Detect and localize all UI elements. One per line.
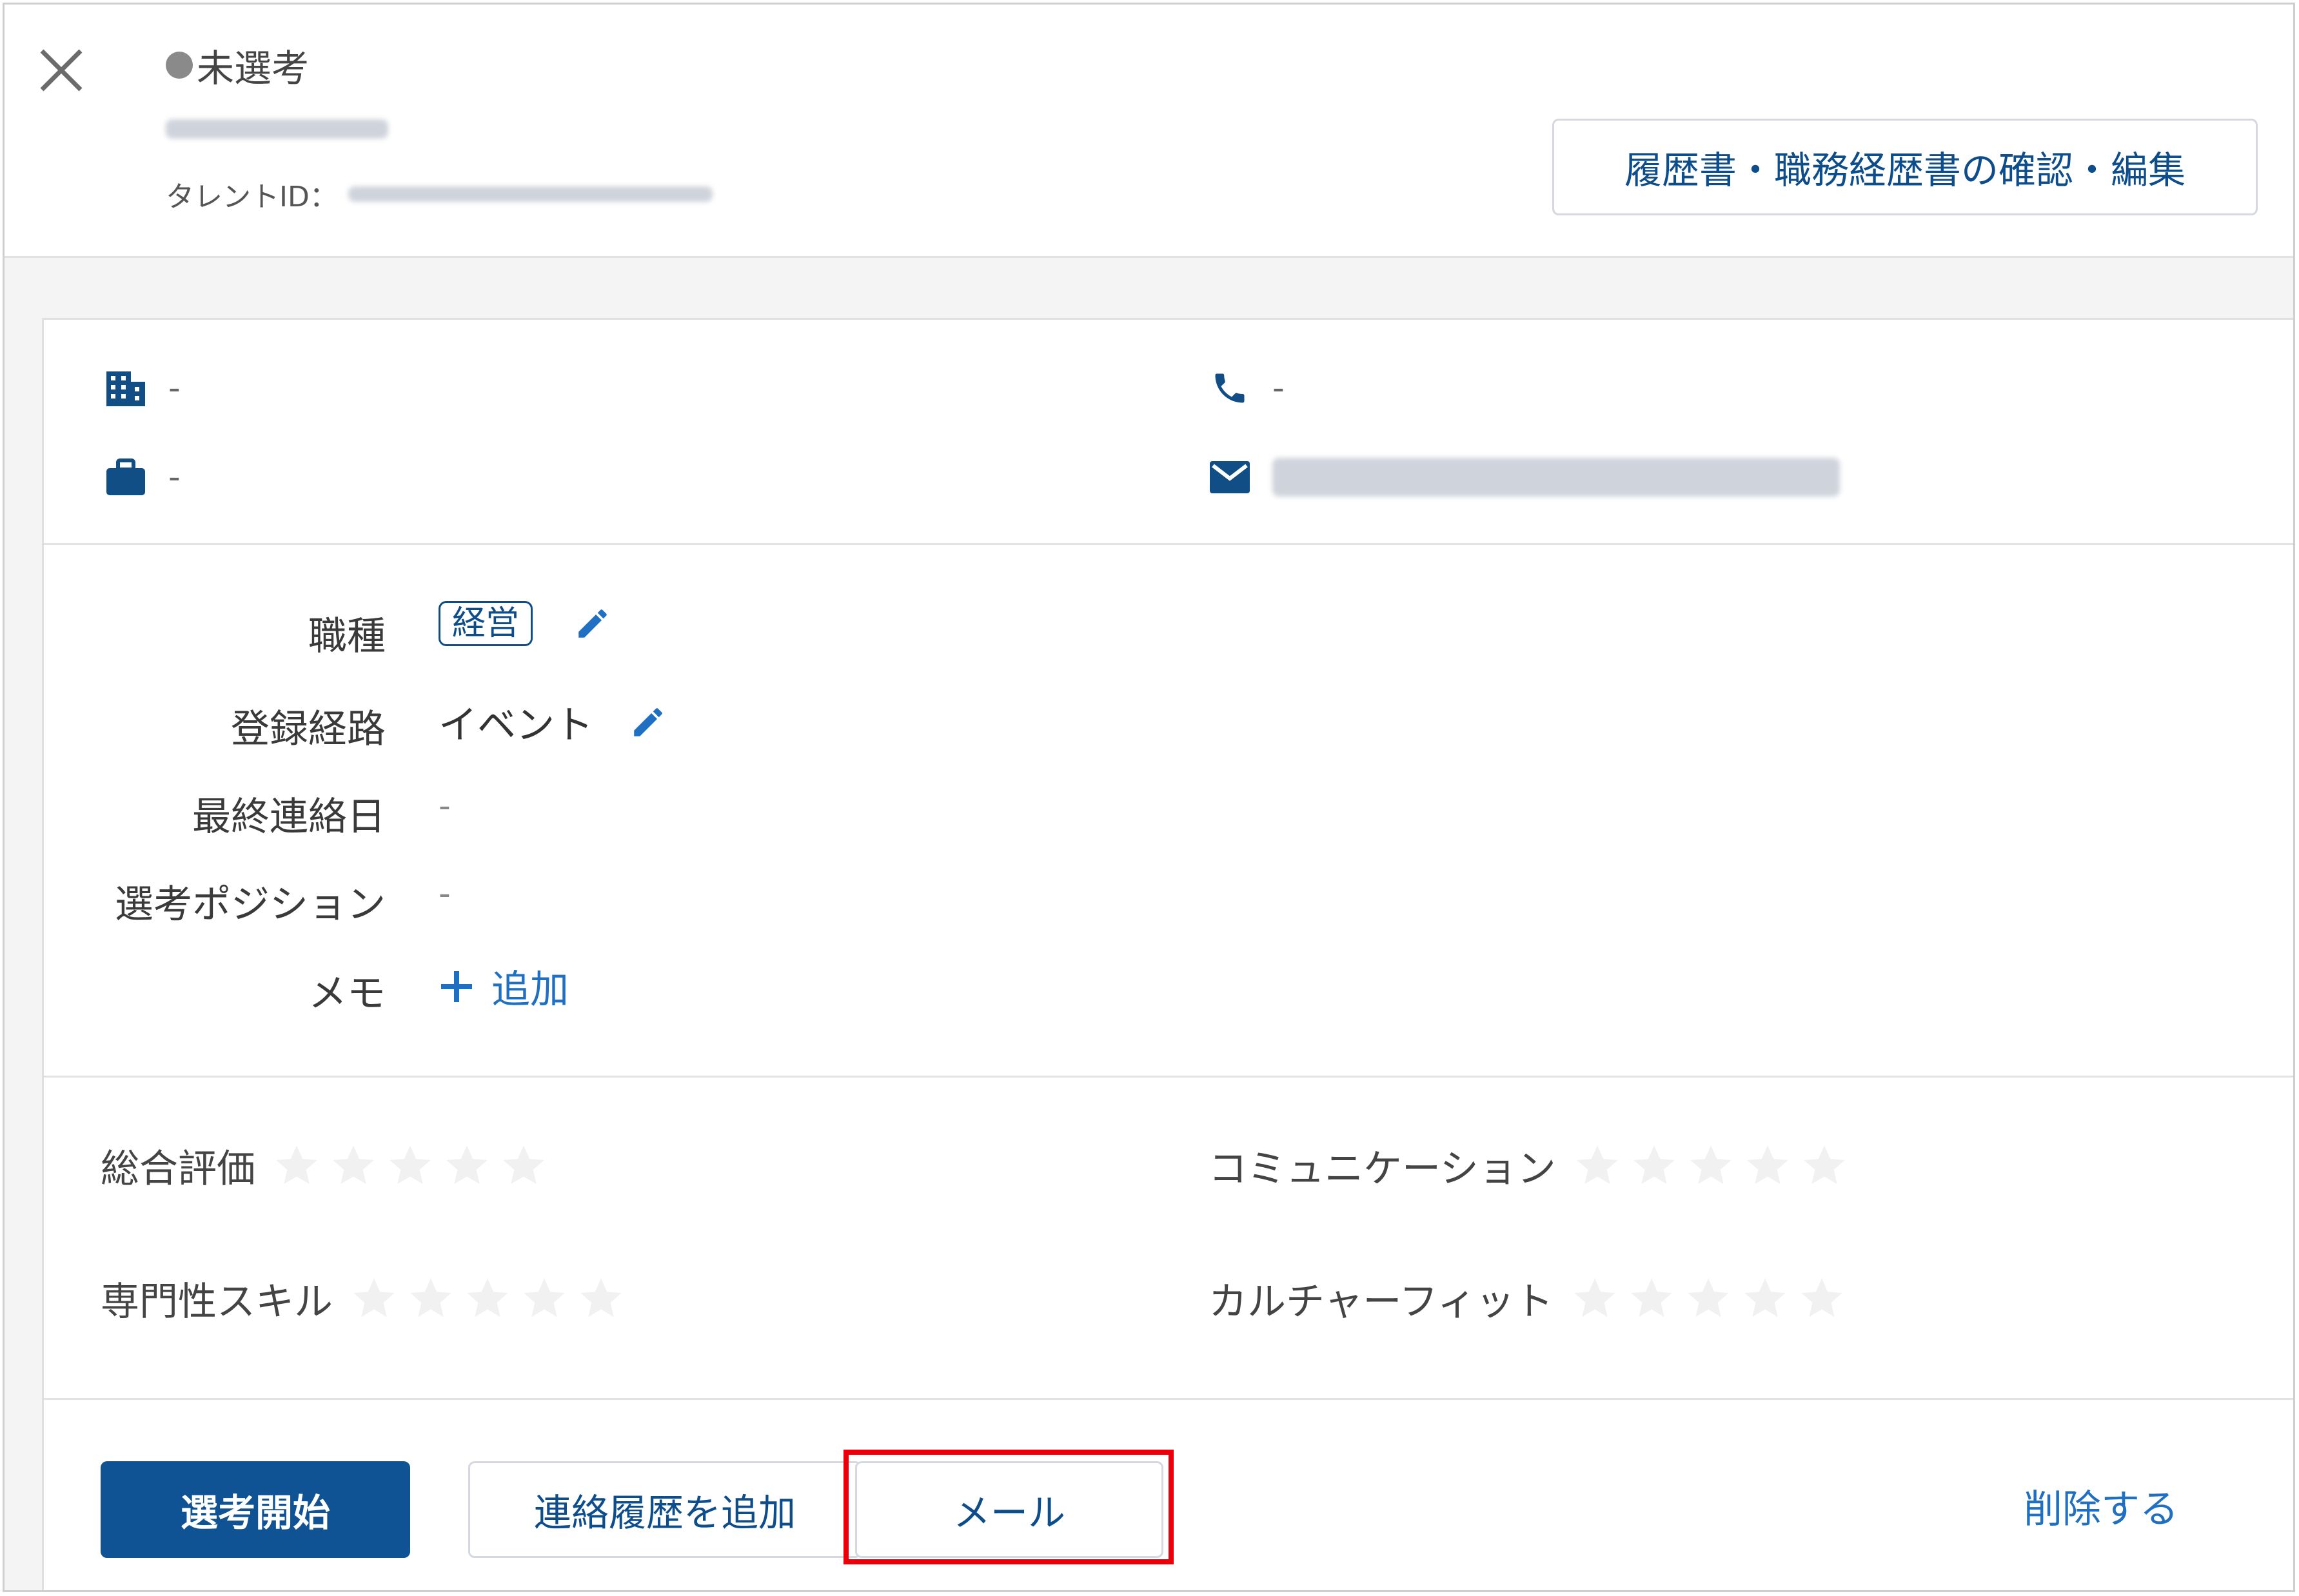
memo-add-button[interactable]: 追加 xyxy=(439,958,569,1014)
rating-expertise: 専門性スキル xyxy=(101,1270,633,1326)
close-icon[interactable] xyxy=(34,43,88,97)
divider-contacts xyxy=(44,543,2293,545)
building-icon xyxy=(105,369,146,408)
star-icon[interactable] xyxy=(1797,1274,1846,1323)
memo-add-label: 追加 xyxy=(491,967,569,1012)
star-icon[interactable] xyxy=(1684,1274,1733,1323)
star-icon[interactable] xyxy=(329,1141,378,1190)
phone-row: - xyxy=(1209,369,1285,408)
talent-detail-panel: 未選考 タレントID： 履歴書・職務経歴書の確認・編集 - - - 職種 経営 … xyxy=(3,3,2295,1592)
selection-position-value: - xyxy=(439,874,451,913)
star-icon[interactable] xyxy=(520,1274,569,1323)
selection-position-label: 選考ポジション xyxy=(115,882,386,927)
talent-name-blurred xyxy=(166,119,388,139)
profile-card: - - - 職種 経営 登録経路 イベント 最終連絡日 - 選考ポジション - … xyxy=(42,318,2293,1590)
briefcase-icon xyxy=(105,458,146,497)
rating-overall: 総合評価 xyxy=(101,1138,556,1194)
status-badge: 未選考 xyxy=(166,38,309,92)
position-row: - xyxy=(105,458,181,497)
job-type-tag: 経営 xyxy=(439,601,533,646)
rating-expertise-label: 専門性スキル xyxy=(101,1279,333,1325)
rating-overall-label: 総合評価 xyxy=(101,1147,255,1192)
job-type-label: 職種 xyxy=(308,614,386,659)
rating-communication-stars[interactable] xyxy=(1573,1141,1857,1190)
rating-culture-fit-label: カルチャーフィット xyxy=(1209,1279,1554,1325)
last-contact-date-label: 最終連絡日 xyxy=(192,794,386,840)
star-icon[interactable] xyxy=(1743,1141,1792,1190)
mail-icon xyxy=(1209,460,1250,494)
rating-communication: コミュニケーション xyxy=(1209,1138,1857,1194)
plus-icon xyxy=(441,970,472,1002)
last-contact-date-value: - xyxy=(439,787,451,825)
star-icon[interactable] xyxy=(1630,1141,1679,1190)
rating-culture-fit: カルチャーフィット xyxy=(1209,1270,1854,1326)
memo-value: 追加 xyxy=(439,958,569,1014)
rating-expertise-stars[interactable] xyxy=(350,1274,633,1323)
rating-culture-fit-stars[interactable] xyxy=(1570,1274,1854,1323)
pencil-icon[interactable] xyxy=(574,605,611,642)
star-icon[interactable] xyxy=(1573,1141,1622,1190)
pencil-icon[interactable] xyxy=(629,704,667,741)
selection-position-text: - xyxy=(439,874,451,913)
star-icon[interactable] xyxy=(499,1141,548,1190)
email-value-blurred xyxy=(1272,458,1840,497)
talent-id-value-blurred xyxy=(348,186,713,202)
divider-ratings xyxy=(44,1398,2293,1400)
company-value: - xyxy=(168,369,181,408)
star-icon[interactable] xyxy=(1570,1274,1619,1323)
rating-communication-label: コミュニケーション xyxy=(1209,1147,1556,1192)
star-icon[interactable] xyxy=(1627,1274,1676,1323)
panel-header: 未選考 タレントID： 履歴書・職務経歴書の確認・編集 xyxy=(5,5,2293,258)
phone-value: - xyxy=(1272,369,1285,408)
position-value: - xyxy=(168,458,181,497)
status-label: 未選考 xyxy=(197,46,310,90)
registration-route-value: イベント xyxy=(439,694,667,750)
delete-link[interactable]: 削除する xyxy=(2024,1478,2178,1534)
star-icon[interactable] xyxy=(1741,1274,1790,1323)
mail-button[interactable]: メール xyxy=(855,1461,1163,1558)
memo-label: メモ xyxy=(308,971,386,1016)
company-row: - xyxy=(105,369,181,408)
divider-fields xyxy=(44,1076,2293,1078)
rating-overall-stars[interactable] xyxy=(272,1141,556,1190)
job-type-value: 経営 xyxy=(439,601,611,646)
phone-icon xyxy=(1209,369,1250,408)
star-icon[interactable] xyxy=(350,1274,399,1323)
last-contact-date-text: - xyxy=(439,787,451,825)
star-icon[interactable] xyxy=(386,1141,435,1190)
star-icon[interactable] xyxy=(577,1274,626,1323)
status-dot-icon xyxy=(166,52,193,79)
star-icon[interactable] xyxy=(272,1141,321,1190)
registration-route-text: イベント xyxy=(439,703,593,748)
star-icon[interactable] xyxy=(442,1141,491,1190)
start-selection-button[interactable]: 選考開始 xyxy=(101,1461,410,1558)
registration-route-label: 登録経路 xyxy=(231,707,386,752)
talent-id-label: タレントID： xyxy=(166,181,338,213)
add-contact-history-button[interactable]: 連絡履歴を追加 xyxy=(468,1461,862,1558)
star-icon[interactable] xyxy=(1686,1141,1735,1190)
email-row xyxy=(1209,458,1840,497)
talent-id: タレントID： xyxy=(166,173,713,215)
star-icon[interactable] xyxy=(463,1274,512,1323)
star-icon[interactable] xyxy=(1800,1141,1849,1190)
star-icon[interactable] xyxy=(406,1274,455,1323)
resume-edit-button[interactable]: 履歴書・職務経歴書の確認・編集 xyxy=(1552,119,2258,215)
